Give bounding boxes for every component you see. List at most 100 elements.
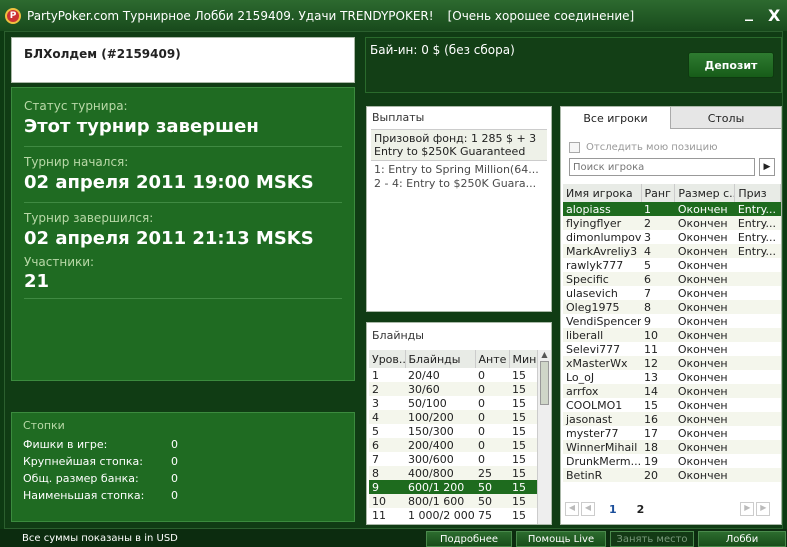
player-cell: 16 [641,412,675,426]
tab-tables[interactable]: Столы [671,107,781,129]
player-row[interactable]: liberall 10 Окончен [563,328,781,342]
minimize-button[interactable]: _ [745,2,753,21]
page-2[interactable]: 2 [637,503,645,516]
scroll-up-arrow-icon[interactable]: ▲ [538,350,551,359]
blinds-table: Уров...БлайндыАнтеМин 120/40015230/60015… [369,350,538,522]
player-cell: Окончен [674,202,735,216]
player-row[interactable]: flyingflyer 2 Окончен Entry... [563,216,781,230]
player-row[interactable]: arrfox 14 Окончен [563,384,781,398]
player-cell: 2 [641,216,675,230]
track-position-checkbox[interactable] [569,142,580,153]
player-row[interactable]: dimonlumpov 3 Окончен Entry... [563,230,781,244]
player-row[interactable]: MarkAvreliy3 4 Окончен Entry... [563,244,781,258]
player-row[interactable]: Specific 6 Окончен [563,272,781,286]
blinds-column-header: Уров... [369,350,406,368]
player-cell [734,412,781,426]
player-row[interactable]: WinnerMihail 18 Окончен [563,440,781,454]
blinds-row[interactable]: 10 800/1 600 50 15 [369,494,537,508]
blinds-row[interactable]: 8 400/800 25 15 [369,466,537,480]
player-cell: 5 [644,258,651,272]
blinds-cell: 200/400 [405,438,475,452]
blinds-row[interactable]: 2 30/60 0 15 [369,382,537,396]
started-value: 02 апреля 2011 19:00 MSKS [24,172,314,193]
player-row[interactable]: Oleg1975 8 Окончен [563,300,781,314]
players-column-header[interactable]: Имя игрока [563,184,642,202]
page-1[interactable]: 1 [609,503,617,516]
player-cell: rawlyk777 [566,258,624,272]
close-button[interactable]: X [768,6,780,25]
title-bar: P PartyPoker.com Турнирное Лобби 2159409… [0,0,787,31]
blinds-row[interactable]: 1 20/40 0 15 [369,368,537,382]
player-cell: arrfox [563,384,641,398]
player-cell: Lo_oJ [566,370,595,384]
blinds-row[interactable]: 7 300/600 0 15 [369,452,537,466]
prev-page-icon[interactable]: ◀ [581,502,595,516]
deposit-button[interactable]: Депозит [688,52,774,78]
player-cell: MarkAvreliy3 [563,244,641,258]
stacks-panel: Стопки Фишки в игре: 0 Крупнейшая стопка: 0… [11,412,355,522]
blinds-cell: 800/1 600 [405,494,475,508]
more-info-button[interactable]: Подробнее [426,531,512,547]
blinds-cell: 15 [509,494,537,508]
first-page-icon[interactable]: ◀ [565,502,579,516]
blinds-cell: 400/800 [405,466,475,480]
players-column-header[interactable]: Приз [734,184,781,202]
player-cell: VendiSpencer [566,314,641,328]
divider [24,298,342,299]
payout-item[interactable]: 1: Entry to Spring Million(64... [374,163,544,177]
player-row[interactable]: myster77 17 Окончен [563,426,781,440]
players-column-header[interactable]: Размер с... [674,184,736,202]
player-search-input[interactable] [569,158,755,176]
payout-item[interactable]: 2 - 4: Entry to $250K Guara... [374,177,544,191]
player-cell: Entry... [734,216,781,230]
player-row[interactable]: alopiass 1 Окончен Entry... [563,202,781,216]
divider [24,202,342,203]
blinds-cell: 15 [512,424,526,438]
blinds-row[interactable]: 4 100/200 0 15 [369,410,537,424]
blinds-row[interactable]: 11 1 000/2 000 75 15 [369,508,537,522]
player-cell [735,370,781,384]
player-row[interactable]: jasonast 16 Окончен [563,412,781,426]
take-seat-button[interactable]: Занять место [610,531,694,547]
blinds-cell: 300/600 [408,452,454,466]
player-cell: Specific [563,272,641,286]
search-go-icon[interactable]: ▶ [759,158,775,176]
player-cell: 15 [644,398,658,412]
player-cell [735,398,781,412]
player-row[interactable]: VendiSpencer 9 Окончен [563,314,781,328]
blinds-cell: 150/300 [408,424,454,438]
last-page-icon[interactable]: ▶ [756,502,771,516]
blinds-row[interactable]: 3 50/100 0 15 [369,396,537,410]
blinds-row[interactable]: 6 200/400 0 15 [369,438,537,452]
blinds-cell: 50/100 [408,396,447,410]
player-cell: 18 [641,440,675,454]
blinds-scrollbar[interactable]: ▲ [537,350,551,524]
tab-all-players[interactable]: Все игроки [561,107,671,129]
player-row[interactable]: COOLMO1 15 Окончен [563,398,781,412]
stack-row: Крупнейшая стопка: 0 [23,455,343,472]
player-row[interactable]: Selevi777 11 Окончен [563,342,781,356]
player-cell: flyingflyer [563,216,641,230]
player-cell: Окончен [674,244,735,258]
prize-pool: Призовой фонд: 1 285 $ + 3 Entry to $250… [371,129,547,161]
player-row[interactable]: xMasterWx 12 Окончен [563,356,781,370]
blinds-cell: 15 [509,438,537,452]
player-row[interactable]: DrunkMerm... 19 Окончен [563,454,781,468]
blinds-cell: 30/60 [405,382,475,396]
players-column-header[interactable]: Ранг [641,184,676,202]
lobby-button[interactable]: Лобби [698,531,786,547]
player-row[interactable]: ulasevich 7 Окончен [563,286,781,300]
blinds-row[interactable]: 9 600/1 200 50 15 [369,480,537,494]
player-cell: Окончен [677,286,728,300]
scroll-thumb[interactable] [540,361,549,405]
blinds-row[interactable]: 5 150/300 0 15 [369,424,537,438]
player-row[interactable]: BetinR 20 Окончен [563,468,781,482]
blinds-cell: 7 [372,452,379,466]
live-help-button[interactable]: Помощь Live [516,531,606,547]
player-row[interactable]: Lo_oJ 13 Окончен [563,370,781,384]
blinds-cell: 20/40 [408,368,440,382]
player-row[interactable]: rawlyk777 5 Окончен [563,258,781,272]
divider [24,146,342,147]
next-page-icon[interactable]: ▶ [740,502,755,516]
blinds-cell: 5 [372,424,379,438]
